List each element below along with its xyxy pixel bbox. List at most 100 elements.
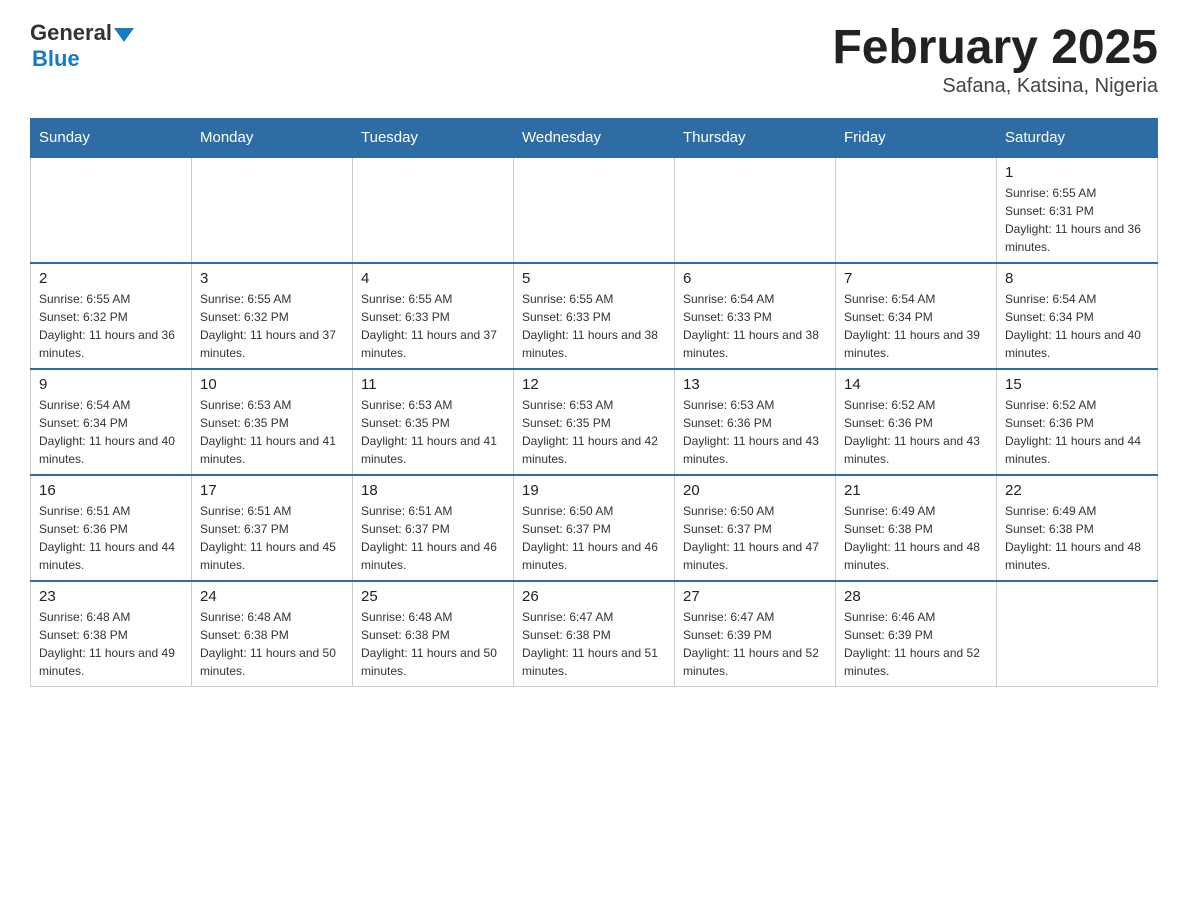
day-info: Sunrise: 6:52 AM Sunset: 6:36 PM Dayligh… [1005,396,1149,468]
calendar-cell: 22 Sunrise: 6:49 AM Sunset: 6:38 PM Dayli… [997,475,1158,581]
day-info: Sunrise: 6:50 AM Sunset: 6:37 PM Dayligh… [683,502,827,574]
day-info: Sunrise: 6:55 AM Sunset: 6:33 PM Dayligh… [522,290,666,362]
day-info: Sunrise: 6:54 AM Sunset: 6:34 PM Dayligh… [1005,290,1149,362]
day-number: 12 [522,376,666,393]
calendar-cell: 19Sunrise: 6:50 AM Sunset: 6:37 PM Dayli… [514,475,675,581]
logo-general-text: General [30,20,112,46]
calendar-cell: 10 Sunrise: 6:53 AM Sunset: 6:35 PM Dayli… [192,369,353,475]
calendar-cell [836,157,997,263]
day-info: Sunrise: 6:55 AM Sunset: 6:33 PM Dayligh… [361,290,505,362]
day-number: 1 [1005,164,1149,181]
calendar-cell: 14Sunrise: 6:52 AM Sunset: 6:36 PM Dayli… [836,369,997,475]
day-info: Sunrise: 6:48 AM Sunset: 6:38 PM Dayligh… [361,608,505,680]
calendar-cell: 6 Sunrise: 6:54 AM Sunset: 6:33 PM Daylig… [675,263,836,369]
day-info: Sunrise: 6:47 AM Sunset: 6:39 PM Dayligh… [683,608,827,680]
day-number: 11 [361,376,505,393]
day-number: 25 [361,588,505,605]
calendar-table: SundayMondayTuesdayWednesdayThursdayFrid… [30,118,1158,687]
day-header-sunday: Sunday [31,119,192,158]
day-info: Sunrise: 6:47 AM Sunset: 6:38 PM Dayligh… [522,608,666,680]
calendar-cell: 17Sunrise: 6:51 AM Sunset: 6:37 PM Dayli… [192,475,353,581]
day-number: 18 [361,482,505,499]
calendar-cell: 13 Sunrise: 6:53 AM Sunset: 6:36 PM Dayli… [675,369,836,475]
logo-blue-text: Blue [32,46,134,72]
day-info: Sunrise: 6:54 AM Sunset: 6:33 PM Dayligh… [683,290,827,362]
calendar-cell [192,157,353,263]
calendar-cell: 27 Sunrise: 6:47 AM Sunset: 6:39 PM Dayli… [675,581,836,687]
day-number: 13 [683,376,827,393]
calendar-cell: 5 Sunrise: 6:55 AM Sunset: 6:33 PM Daylig… [514,263,675,369]
day-number: 20 [683,482,827,499]
calendar-cell [997,581,1158,687]
day-info: Sunrise: 6:49 AM Sunset: 6:38 PM Dayligh… [844,502,988,574]
day-number: 5 [522,270,666,287]
calendar-title: February 2025 [832,20,1158,75]
logo: General Blue [30,20,134,72]
day-number: 28 [844,588,988,605]
calendar-cell: 4Sunrise: 6:55 AM Sunset: 6:33 PM Daylig… [353,263,514,369]
calendar-cell [353,157,514,263]
day-number: 22 [1005,482,1149,499]
calendar-cell: 15 Sunrise: 6:52 AM Sunset: 6:36 PM Dayli… [997,369,1158,475]
day-header-friday: Friday [836,119,997,158]
calendar-cell [514,157,675,263]
calendar-cell: 16Sunrise: 6:51 AM Sunset: 6:36 PM Dayli… [31,475,192,581]
day-info: Sunrise: 6:53 AM Sunset: 6:35 PM Dayligh… [200,396,344,468]
calendar-cell: 3 Sunrise: 6:55 AM Sunset: 6:32 PM Daylig… [192,263,353,369]
week-row-4: 16Sunrise: 6:51 AM Sunset: 6:36 PM Dayli… [31,475,1158,581]
day-info: Sunrise: 6:51 AM Sunset: 6:37 PM Dayligh… [361,502,505,574]
calendar-cell: 24 Sunrise: 6:48 AM Sunset: 6:38 PM Dayli… [192,581,353,687]
day-info: Sunrise: 6:53 AM Sunset: 6:36 PM Dayligh… [683,396,827,468]
day-number: 8 [1005,270,1149,287]
calendar-cell [31,157,192,263]
day-number: 2 [39,270,183,287]
day-number: 10 [200,376,344,393]
calendar-cell [675,157,836,263]
calendar-cell: 1 Sunrise: 6:55 AM Sunset: 6:31 PM Daylig… [997,157,1158,263]
calendar-cell: 2 Sunrise: 6:55 AM Sunset: 6:32 PM Daylig… [31,263,192,369]
week-row-5: 23 Sunrise: 6:48 AM Sunset: 6:38 PM Dayli… [31,581,1158,687]
day-header-saturday: Saturday [997,119,1158,158]
week-row-2: 2 Sunrise: 6:55 AM Sunset: 6:32 PM Daylig… [31,263,1158,369]
title-area: February 2025 Safana, Katsina, Nigeria [832,20,1158,98]
calendar-cell: 21 Sunrise: 6:49 AM Sunset: 6:38 PM Dayli… [836,475,997,581]
day-number: 6 [683,270,827,287]
day-info: Sunrise: 6:51 AM Sunset: 6:37 PM Dayligh… [200,502,344,574]
day-header-monday: Monday [192,119,353,158]
day-header-wednesday: Wednesday [514,119,675,158]
day-info: Sunrise: 6:55 AM Sunset: 6:32 PM Dayligh… [200,290,344,362]
day-info: Sunrise: 6:55 AM Sunset: 6:32 PM Dayligh… [39,290,183,362]
calendar-cell: 23 Sunrise: 6:48 AM Sunset: 6:38 PM Dayli… [31,581,192,687]
day-info: Sunrise: 6:48 AM Sunset: 6:38 PM Dayligh… [39,608,183,680]
calendar-cell: 28 Sunrise: 6:46 AM Sunset: 6:39 PM Dayli… [836,581,997,687]
week-row-3: 9Sunrise: 6:54 AM Sunset: 6:34 PM Daylig… [31,369,1158,475]
day-info: Sunrise: 6:52 AM Sunset: 6:36 PM Dayligh… [844,396,988,468]
day-number: 15 [1005,376,1149,393]
day-number: 26 [522,588,666,605]
logo-triangle-icon [114,28,134,42]
day-number: 21 [844,482,988,499]
calendar-cell: 8 Sunrise: 6:54 AM Sunset: 6:34 PM Daylig… [997,263,1158,369]
calendar-cell: 18 Sunrise: 6:51 AM Sunset: 6:37 PM Dayli… [353,475,514,581]
calendar-cell: 9Sunrise: 6:54 AM Sunset: 6:34 PM Daylig… [31,369,192,475]
calendar-cell: 12Sunrise: 6:53 AM Sunset: 6:35 PM Dayli… [514,369,675,475]
day-number: 27 [683,588,827,605]
day-number: 24 [200,588,344,605]
day-info: Sunrise: 6:46 AM Sunset: 6:39 PM Dayligh… [844,608,988,680]
day-header-thursday: Thursday [675,119,836,158]
calendar-cell: 20 Sunrise: 6:50 AM Sunset: 6:37 PM Dayli… [675,475,836,581]
calendar-subtitle: Safana, Katsina, Nigeria [832,75,1158,98]
week-row-1: 1 Sunrise: 6:55 AM Sunset: 6:31 PM Daylig… [31,157,1158,263]
page-header: General Blue February 2025 Safana, Katsi… [30,20,1158,98]
day-info: Sunrise: 6:48 AM Sunset: 6:38 PM Dayligh… [200,608,344,680]
day-number: 9 [39,376,183,393]
calendar-cell: 26 Sunrise: 6:47 AM Sunset: 6:38 PM Dayli… [514,581,675,687]
day-info: Sunrise: 6:55 AM Sunset: 6:31 PM Dayligh… [1005,184,1149,256]
day-number: 19 [522,482,666,499]
day-number: 23 [39,588,183,605]
day-info: Sunrise: 6:49 AM Sunset: 6:38 PM Dayligh… [1005,502,1149,574]
calendar-header-row: SundayMondayTuesdayWednesdayThursdayFrid… [31,119,1158,158]
calendar-cell: 11Sunrise: 6:53 AM Sunset: 6:35 PM Dayli… [353,369,514,475]
day-number: 3 [200,270,344,287]
calendar-cell: 7Sunrise: 6:54 AM Sunset: 6:34 PM Daylig… [836,263,997,369]
